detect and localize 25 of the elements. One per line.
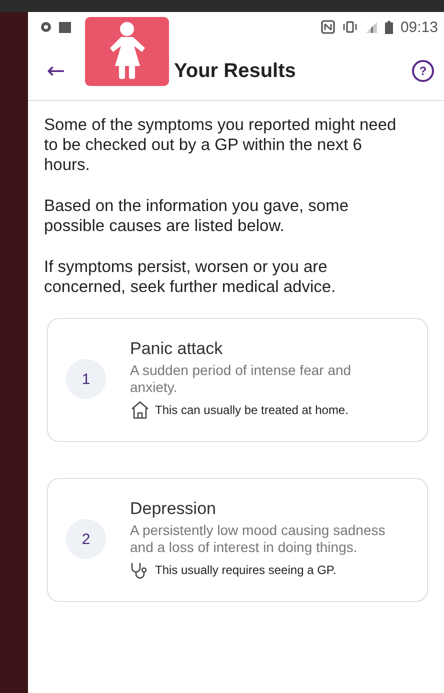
number-badge: 1: [66, 359, 106, 399]
advice-text: This usually requires seeing a GP.: [155, 563, 336, 577]
condition-description: A persistently low mood causing sadness and a loss of interest in doing things.: [130, 522, 386, 556]
house-icon: [130, 401, 150, 419]
intro-paragraph: Based on the information you gave, some possible causes are listed below.: [44, 196, 350, 236]
image-icon: [59, 22, 71, 32]
condition-title: Depression: [130, 499, 217, 519]
back-button[interactable]: ←: [38, 58, 74, 84]
intro-paragraph: If symptoms persist, worsen or you are concerned, seek further medical advice.: [44, 257, 337, 297]
camera-icon: [40, 21, 52, 33]
girl-figure-icon: [85, 17, 169, 86]
condition-title: Panic attack: [130, 339, 224, 359]
vibrate-icon: [342, 21, 358, 33]
advice-text: This can usually be treated at home.: [155, 403, 348, 417]
battery-icon: [385, 20, 394, 34]
number-badge: 2: [66, 519, 106, 559]
intro-paragraph: Some of the symptoms you reported might need to be checked out by a GP within the next 6 hours.: [44, 115, 398, 175]
condition-description: A sudden period of intense fear and anxiety.: [130, 362, 352, 396]
page-title: Your Results: [174, 60, 297, 82]
nfc-icon: [321, 20, 336, 34]
result-card[interactable]: 1 Panic attack A sudden period of intense fear and anxiety. This can usually be treated at home.: [47, 318, 428, 442]
signal-icon: [365, 21, 378, 33]
help-button[interactable]: ?: [412, 60, 434, 82]
result-card[interactable]: 2 Depression A persistently low mood causing sadness and a loss of interest in doing things. This usually requires seeing a GP.: [47, 478, 428, 602]
clock: 09:13: [400, 18, 438, 36]
